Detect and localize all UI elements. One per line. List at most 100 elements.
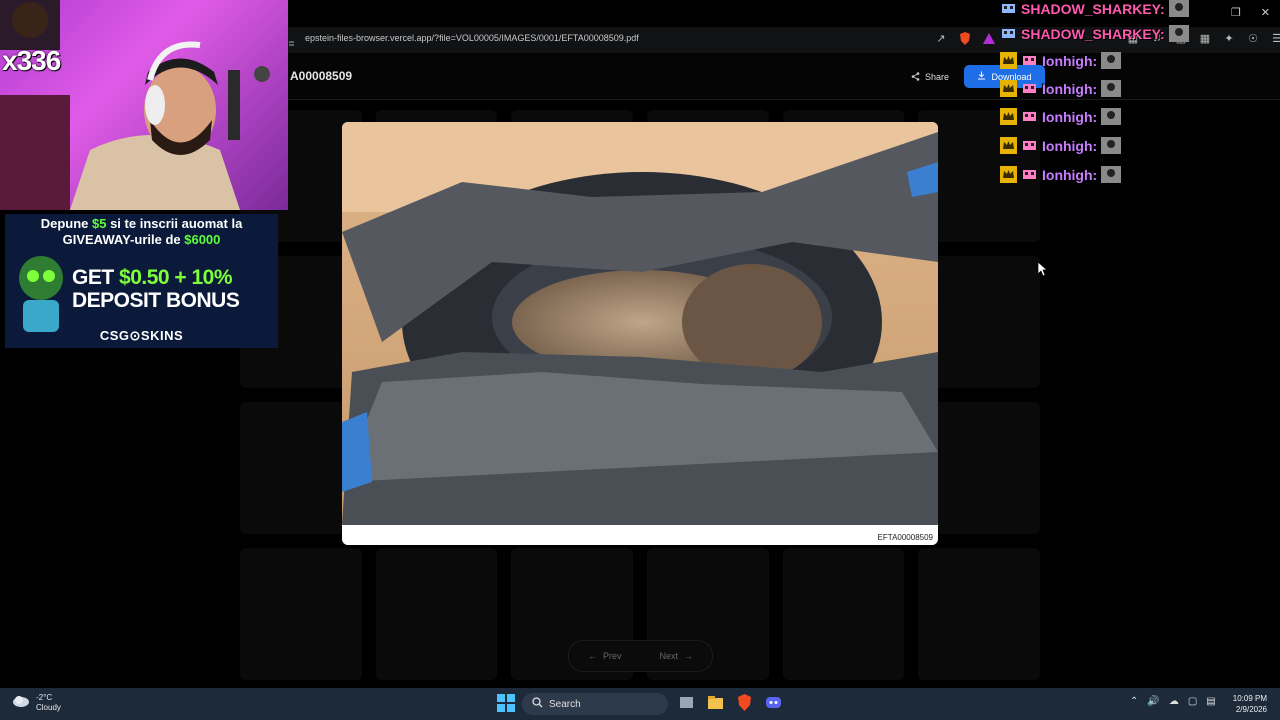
chat-message: SHADOW_SHARKEY: [1000, 0, 1189, 17]
start-button[interactable] [497, 694, 515, 717]
invader-badge-icon [1021, 52, 1038, 69]
document-photo [342, 122, 938, 525]
taskbar-pinned-apps [678, 694, 782, 716]
ad-text: GET [72, 266, 120, 289]
invader-badge-icon [1000, 25, 1017, 42]
onedrive-cloud-icon[interactable]: ☁ [1169, 696, 1179, 707]
invader-badge-icon [1021, 166, 1038, 183]
ad-amount: $0.50 + 10% [119, 266, 233, 289]
chat-message: Ionhigh: [1000, 166, 1122, 183]
pager: ← Prev Next → [568, 640, 713, 672]
leo-ai-icon[interactable]: ✦ [1222, 31, 1236, 45]
weather-widget[interactable]: -2°C Cloudy [12, 693, 61, 713]
search-label: Search [549, 698, 581, 710]
restore-window-icon[interactable]: ❐ [1231, 6, 1241, 19]
next-label: Next [659, 651, 678, 661]
emote-icon [1168, 25, 1189, 42]
invader-badge-icon [1021, 108, 1038, 125]
network-icon[interactable]: ▤ [1206, 696, 1215, 707]
weather-condition: Cloudy [36, 703, 61, 712]
ad-text: si te inscrii auomat la [106, 216, 243, 231]
image-caption: EFTA00008509 [877, 533, 933, 542]
close-window-icon[interactable]: ✕ [1261, 6, 1270, 19]
ad-headline: Depune $5 si te inscrii auomat la GIVEAW… [5, 214, 278, 248]
window-controls: ❐ ✕ [1231, 6, 1270, 19]
chat-username: Ionhigh: [1042, 52, 1098, 69]
chat-username: Ionhigh: [1042, 166, 1098, 183]
chat-username: Ionhigh: [1042, 137, 1098, 154]
next-button[interactable]: Next → [659, 651, 693, 661]
brave-rewards-icon[interactable] [982, 31, 996, 45]
emote-icon [1101, 80, 1122, 97]
wallet-icon[interactable]: ▦ [1198, 31, 1212, 45]
system-clock[interactable]: 10:09 PM 2/9/2026 [1233, 693, 1267, 715]
chat-username: Ionhigh: [1042, 80, 1098, 97]
weather-temperature: -2°C [36, 693, 53, 702]
system-tray: ⌃ 🔊 ☁ ▢ ▤ [1130, 696, 1216, 707]
chat-username: Ionhigh: [1042, 108, 1098, 125]
emote-icon [1168, 0, 1189, 17]
emote-icon [1101, 52, 1122, 69]
ad-offer: GET $0.50 + 10% DEPOSIT BONUS [72, 266, 240, 312]
file-title: A00008509 [290, 69, 353, 83]
invader-badge-icon [1021, 80, 1038, 97]
ad-text: DEPOSIT BONUS [72, 289, 240, 312]
clock-time: 10:09 PM [1232, 694, 1267, 703]
arrow-right-icon: → [684, 651, 693, 661]
chevron-up-icon[interactable]: ⌃ [1130, 696, 1138, 707]
share-page-icon[interactable]: ↗ [934, 31, 948, 45]
mouse-cursor-icon [1037, 261, 1048, 281]
task-view-icon[interactable] [678, 694, 695, 716]
site-settings-icon[interactable] [288, 34, 295, 46]
clock-date: 2/9/2026 [1235, 705, 1267, 714]
share-icon [911, 71, 920, 83]
discord-icon[interactable] [765, 694, 782, 716]
windows-logo-icon [497, 694, 515, 717]
invader-badge-icon [1000, 0, 1017, 17]
ad-amount: $5 [92, 216, 107, 231]
ad-mascot-icon [13, 252, 69, 332]
chat-username: SHADOW_SHARKEY: [1021, 0, 1165, 17]
chat-message: SHADOW_SHARKEY: [1000, 25, 1189, 42]
ad-brand: CSG⊙SKINS [99, 328, 184, 343]
crown-badge-icon [1000, 166, 1017, 183]
share-label: Share [925, 72, 950, 82]
menu-icon[interactable]: ☰ [1270, 31, 1280, 45]
chat-message: Ionhigh: [1000, 108, 1122, 125]
prev-label: Prev [602, 651, 622, 661]
chat-username: SHADOW_SHARKEY: [1021, 25, 1165, 42]
address-bar-url[interactable]: epstein-files-browser.vercel.app/?file=V… [305, 33, 639, 43]
crown-badge-icon [1000, 108, 1017, 125]
arrow-left-icon: ← [587, 651, 597, 661]
taskbar-search[interactable]: Search [522, 693, 668, 715]
brave-shield-icon[interactable] [958, 31, 972, 45]
browser-toolbar-icons: ↗ [934, 31, 996, 49]
ad-text: Depune [40, 216, 92, 231]
emote-icon [1101, 108, 1122, 125]
emote-icon [1101, 137, 1122, 154]
image-viewer: EFTA00008509 [342, 122, 938, 545]
vpn-shield-icon[interactable]: ☉ [1246, 31, 1260, 45]
streamer-webcam: x336 [0, 0, 288, 210]
brave-browser-icon[interactable] [736, 694, 753, 716]
chat-message: Ionhigh: [1000, 52, 1122, 69]
share-button[interactable]: Share [902, 66, 958, 88]
combo-counter: x336 [2, 45, 61, 76]
prev-button[interactable]: ← Prev [588, 651, 622, 661]
chat-message: Ionhigh: [1000, 80, 1122, 97]
cloud-icon [12, 694, 30, 712]
search-icon [532, 697, 543, 711]
sponsor-ad: Depune $5 si te inscrii auomat la GIVEAW… [5, 214, 278, 348]
chat-message: Ionhigh: [1000, 137, 1122, 154]
display-icon[interactable]: ▢ [1188, 696, 1197, 707]
file-explorer-icon[interactable] [707, 694, 724, 716]
crown-badge-icon [1000, 80, 1017, 97]
volume-icon[interactable]: 🔊 [1147, 696, 1159, 707]
ad-amount: $6000 [184, 232, 221, 247]
emote-icon [1101, 166, 1122, 183]
crown-badge-icon [1000, 52, 1017, 69]
ad-text: GIVEAWAY-urile de [62, 232, 185, 247]
invader-badge-icon [1021, 137, 1038, 154]
crown-badge-icon [1000, 137, 1017, 154]
download-icon [977, 71, 986, 82]
